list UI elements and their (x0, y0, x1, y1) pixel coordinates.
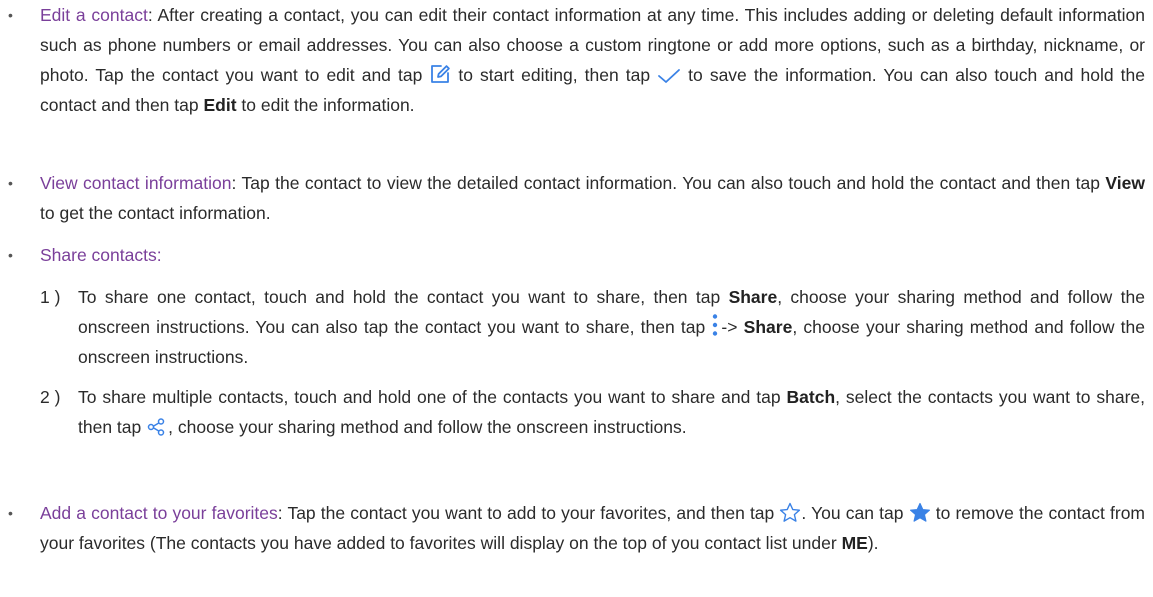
bullet: • (8, 175, 13, 191)
list-item-edit-contact: • Edit a contact: After creating a contac… (0, 0, 1145, 120)
list-item-view-contact: • View contact information: Tap the conta… (0, 168, 1145, 228)
numbered-step-1: 1 ) To share one contact, touch and hold … (0, 282, 1145, 372)
bold-label-batch: Batch (786, 387, 836, 407)
bold-label-me: ME (841, 533, 868, 553)
term-add-favorites: Add a contact to your favorites (40, 503, 278, 523)
text: to edit the information. (236, 95, 415, 115)
numbered-step-2: 2 ) To share multiple contacts, touch and… (0, 382, 1145, 442)
text: To share one contact, touch and hold the… (78, 287, 729, 307)
text: : Tap the contact you want to add to you… (277, 503, 780, 523)
text: to start editing, then tap (451, 65, 658, 85)
text: . You can tap (801, 503, 909, 523)
text: To share multiple contacts, touch and ho… (78, 387, 787, 407)
term-share-contacts: Share contacts: (40, 245, 162, 265)
bold-label-share: Share (728, 287, 778, 307)
text: to get the contact information. (40, 203, 271, 223)
step-number: 1 ) (40, 287, 61, 307)
text: -> (721, 317, 744, 337)
term-edit-contact: Edit a contact (40, 5, 148, 25)
list-item-share-contacts: • Share contacts: (0, 240, 1145, 270)
bold-label-view: View (1105, 173, 1145, 193)
star-filled-icon (909, 502, 931, 523)
text: , choose your sharing method and follow … (168, 417, 687, 437)
text: : Tap the contact to view the detailed c… (231, 173, 1106, 193)
edit-icon (429, 63, 451, 85)
more-vertical-icon (712, 313, 718, 337)
term-view-contact: View contact information (40, 173, 232, 193)
bold-label-edit: Edit (203, 95, 237, 115)
text: ). (867, 533, 879, 553)
bullet: • (8, 7, 13, 23)
bold-label-share: Share (743, 317, 793, 337)
share-icon (147, 418, 165, 437)
star-outline-icon (779, 502, 801, 523)
bullet: • (8, 505, 13, 521)
bullet: • (8, 247, 13, 263)
list-item-add-favorites: • Add a contact to your favorites: Tap th… (0, 498, 1145, 558)
step-number: 2 ) (40, 387, 61, 407)
check-icon (657, 67, 681, 85)
